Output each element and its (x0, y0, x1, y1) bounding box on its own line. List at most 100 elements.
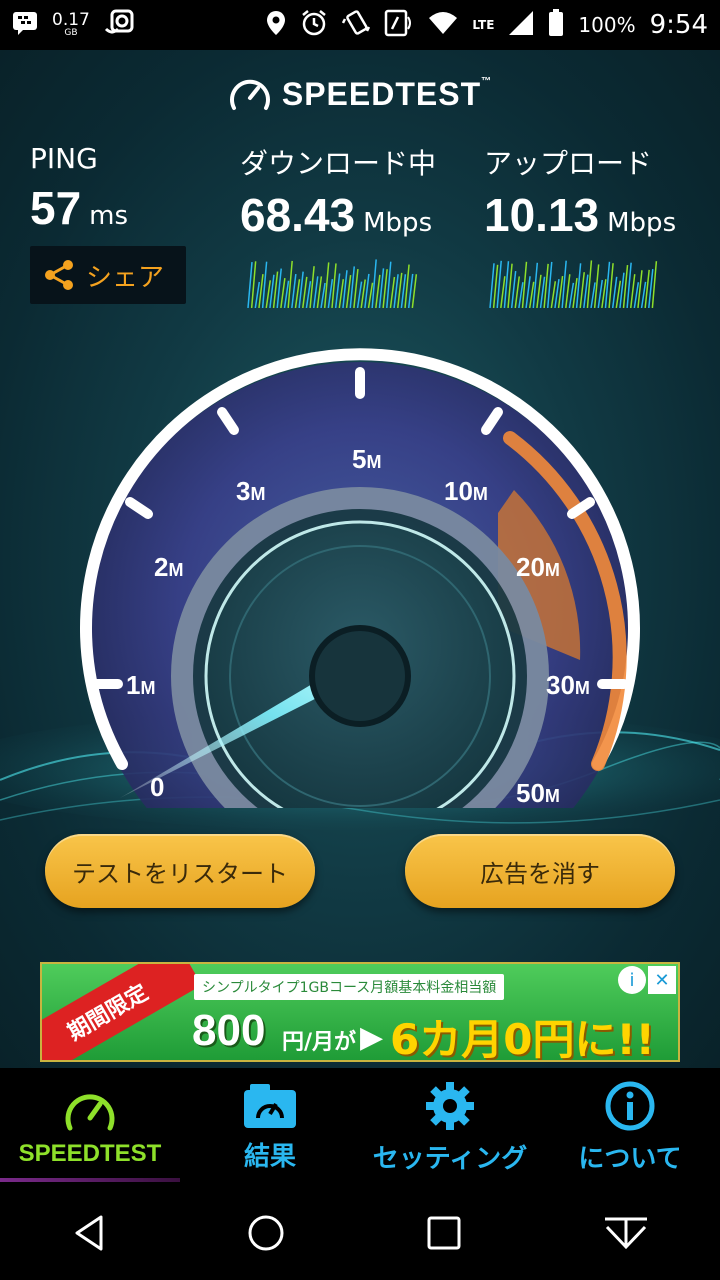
share-button[interactable]: シェア (30, 246, 186, 304)
graph-bar (302, 276, 308, 308)
graph-bar (356, 281, 363, 308)
ad-banner[interactable]: 期間限定 シンプルタイプ1GBコース月額基本料金相当額 800 円/月が ▶ 6… (40, 962, 680, 1062)
ad-info-icon[interactable]: i (618, 966, 646, 994)
back-icon[interactable] (69, 1213, 109, 1253)
clock: 9:54 (649, 10, 708, 40)
nav-about-label: について (578, 1143, 682, 1174)
gauge-label-1-unit: M (140, 678, 155, 698)
graph-bar (407, 273, 414, 308)
graph-bar (342, 270, 348, 308)
ad-price: 800 (192, 1006, 266, 1055)
graph-bar (404, 264, 410, 308)
gauge-label-3: 3 (236, 476, 250, 506)
gauge-label-50-unit: M (545, 786, 560, 806)
nfc-icon (384, 9, 414, 42)
graph-bar (575, 263, 582, 308)
nav-settings[interactable]: セッティング (360, 1068, 540, 1186)
speed-gauge: 0 1M 2M 3M 5M 10M 20M 30M 50M (80, 348, 640, 808)
graph-bar (532, 262, 539, 308)
share-label: シェア (86, 262, 165, 293)
graph-bar (269, 274, 275, 308)
graph-bar (250, 261, 257, 308)
graph-bar (525, 276, 531, 308)
nav-speedtest[interactable]: SPEEDTEST (0, 1068, 180, 1186)
graph-bar (316, 276, 323, 308)
graph-bar (586, 260, 593, 308)
upload-unit: Mbps (607, 208, 677, 238)
ad-arrow-icon: ▶ (360, 1020, 384, 1055)
download-value: 68.43 (240, 189, 356, 241)
recents-icon[interactable] (424, 1213, 464, 1253)
graph-bar (291, 273, 297, 308)
ad-subtitle: シンプルタイプ1GBコース月額基本料金相当額 (194, 974, 505, 1000)
nav-settings-label: セッティング (372, 1143, 528, 1174)
system-nav-bar (0, 1186, 720, 1280)
gauge-label-2-unit: M (168, 560, 183, 580)
battery-icon (548, 8, 564, 42)
bbm-icon (12, 11, 38, 40)
restart-test-button[interactable]: テストをリスタート (45, 834, 315, 908)
app-logo-tm: ™ (481, 75, 493, 87)
graph-bar (353, 268, 359, 308)
alarm-icon (300, 9, 328, 42)
home-icon[interactable] (246, 1213, 286, 1253)
speedtest-notification-icon (104, 9, 134, 42)
app-logo: SPEEDTEST™ (0, 74, 720, 114)
graph-bar (510, 270, 517, 308)
graph-bar (382, 269, 388, 308)
graph-bar (312, 276, 319, 308)
graph-bar (261, 261, 268, 308)
network-type: LTE (472, 18, 495, 32)
ad-limited-band: 期間限定 (42, 964, 202, 1060)
graph-bar (565, 274, 571, 308)
share-icon (45, 260, 73, 290)
graph-bar (298, 271, 304, 308)
graph-bar (309, 266, 315, 308)
upload-label: アップロード (484, 147, 653, 180)
battery-percent: 100% (578, 13, 636, 37)
gauge-label-10: 10 (444, 476, 473, 506)
graph-bar (247, 262, 253, 308)
graph-bar (550, 281, 557, 308)
wifi-icon (428, 10, 458, 41)
location-icon (266, 10, 286, 41)
nav-results[interactable]: 結果 (180, 1068, 360, 1186)
gauge-label-20: 20 (516, 552, 545, 582)
download-label: ダウンロード中 (240, 147, 437, 180)
graph-bar (637, 270, 643, 308)
nav-speedtest-label: SPEEDTEST (18, 1140, 162, 1167)
graph-bar (611, 276, 618, 308)
graph-bar (561, 260, 567, 308)
graph-bar (597, 279, 604, 308)
notification-pull-icon[interactable] (601, 1213, 651, 1253)
graph-bar (579, 272, 585, 308)
bottom-nav: SPEEDTEST 結果 セッティング について (0, 1068, 720, 1186)
ad-per-month: 円/月が (282, 1030, 357, 1055)
graph-bar (507, 263, 513, 308)
gauge-label-50: 50 (516, 778, 545, 808)
gauge-label-30-unit: M (575, 678, 590, 698)
graph-bar (608, 263, 614, 308)
gauge-label-10-unit: M (473, 484, 488, 504)
download-graph (247, 259, 418, 308)
ad-close-icon[interactable]: ✕ (648, 966, 676, 994)
gauge-label-1: 1 (126, 670, 140, 700)
data-usage-unit: GB (64, 28, 78, 38)
graph-bar (492, 264, 499, 308)
graph-bar (489, 263, 495, 308)
ping-unit: ms (89, 201, 129, 231)
status-bar: 0.17 GB LTE 100% 9:54 (0, 0, 720, 50)
gauge-icon (65, 1094, 115, 1131)
graph-bar (536, 274, 542, 308)
nav-about[interactable]: について (540, 1068, 720, 1186)
upload-value: 10.13 (484, 189, 600, 241)
nav-results-label: 結果 (243, 1141, 296, 1172)
graph-bar (364, 273, 370, 308)
download-unit: Mbps (363, 208, 433, 238)
gauge-label-20-unit: M (545, 560, 560, 580)
graph-bar (622, 264, 629, 308)
data-usage-value: 0.17 (52, 10, 90, 30)
graph-bar (386, 261, 392, 308)
gauge-label-3-unit: M (250, 484, 265, 504)
remove-ads-button[interactable]: 広告を消す (405, 834, 675, 908)
